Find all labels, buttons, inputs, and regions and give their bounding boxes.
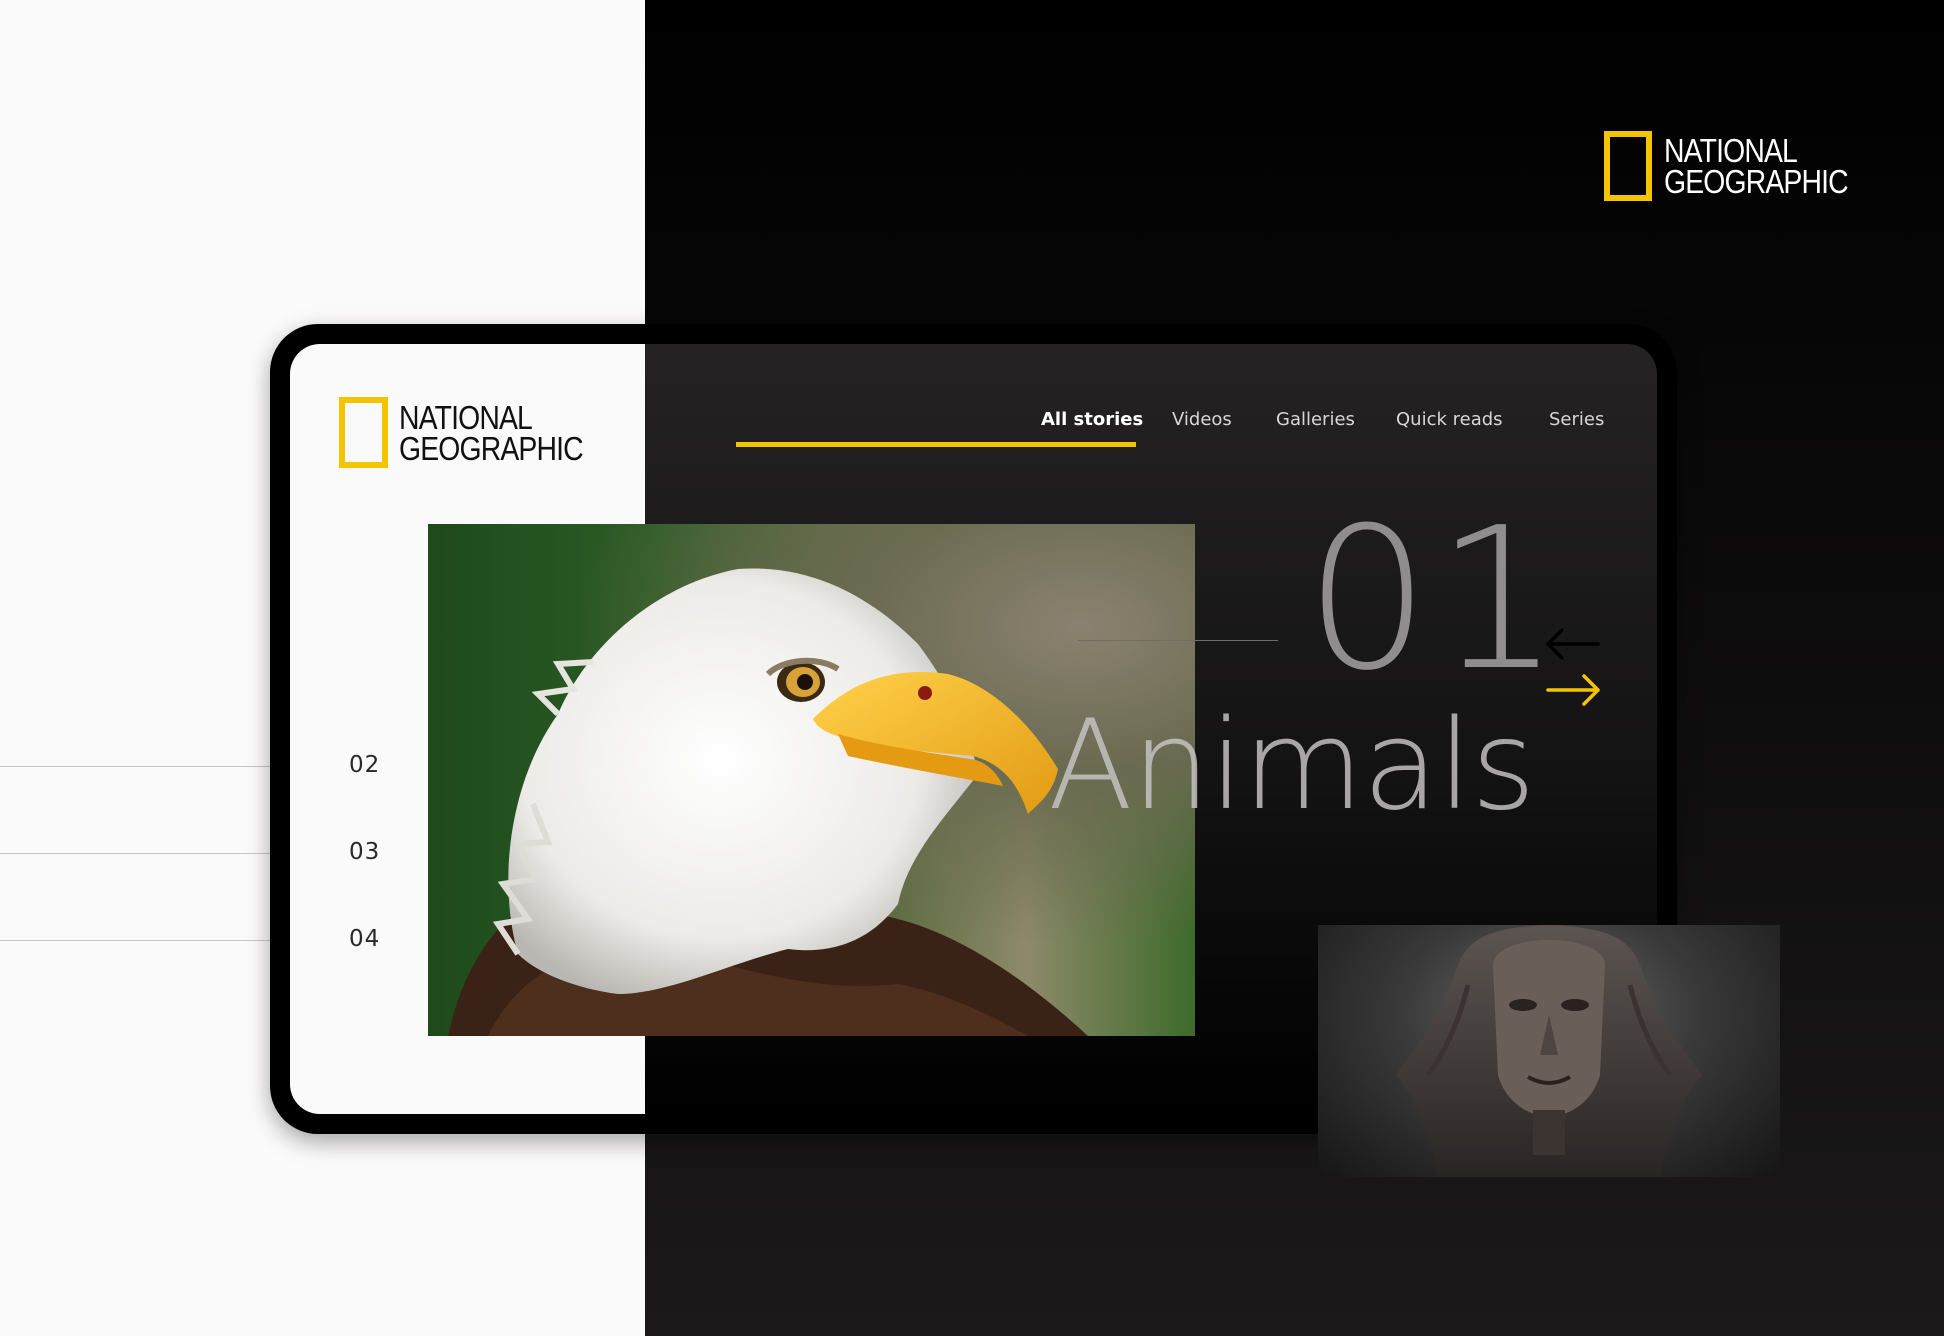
yellow-frame-icon	[339, 397, 388, 468]
arrow-right-glyph	[1546, 674, 1600, 706]
logo-line-2: GEOGRAPHIC	[1664, 163, 1849, 200]
arrow-left-icon[interactable]	[1544, 626, 1600, 666]
site-logo[interactable]: NATIONAL GEOGRAPHIC	[339, 397, 613, 468]
story-title: Animals	[1048, 694, 1536, 838]
sphinx-illustration	[1396, 925, 1702, 1177]
hero-logo: NATIONAL GEOGRAPHIC	[1604, 131, 1878, 201]
nav-galleries[interactable]: Galleries	[1276, 409, 1355, 430]
logo-wordmark: NATIONAL GEOGRAPHIC	[1664, 132, 1849, 200]
presentation-canvas: NATIONAL GEOGRAPHIC NATIONAL GEOGRAPHIC …	[0, 0, 1944, 1336]
nav-all-stories[interactable]: All stories	[1041, 409, 1143, 430]
arrow-right-icon[interactable]	[1546, 672, 1602, 712]
slide-index-04[interactable]: 04	[349, 926, 380, 952]
sphinx-statue-photo[interactable]	[1318, 925, 1780, 1177]
logo-wordmark: NATIONAL GEOGRAPHIC	[399, 398, 584, 467]
side-index-line	[0, 940, 313, 941]
nav-series[interactable]: Series	[1549, 409, 1604, 430]
side-index-line	[0, 766, 313, 767]
logo-line-1: NATIONAL	[1664, 132, 1798, 169]
logo-line-2: GEOGRAPHIC	[399, 429, 584, 467]
slide-index-02[interactable]: 02	[349, 752, 380, 778]
yellow-frame-icon	[1604, 131, 1652, 201]
nav-videos[interactable]: Videos	[1172, 409, 1232, 430]
nav-quick-reads[interactable]: Quick reads	[1396, 409, 1503, 430]
slide-index-03[interactable]: 03	[349, 839, 380, 865]
story-number: 01	[1305, 486, 1567, 714]
logo-line-1: NATIONAL	[399, 398, 533, 436]
arrow-left-glyph	[1546, 628, 1600, 660]
story-divider-line	[1078, 640, 1278, 641]
nav-active-indicator	[736, 442, 1136, 447]
side-index-line	[0, 853, 313, 854]
